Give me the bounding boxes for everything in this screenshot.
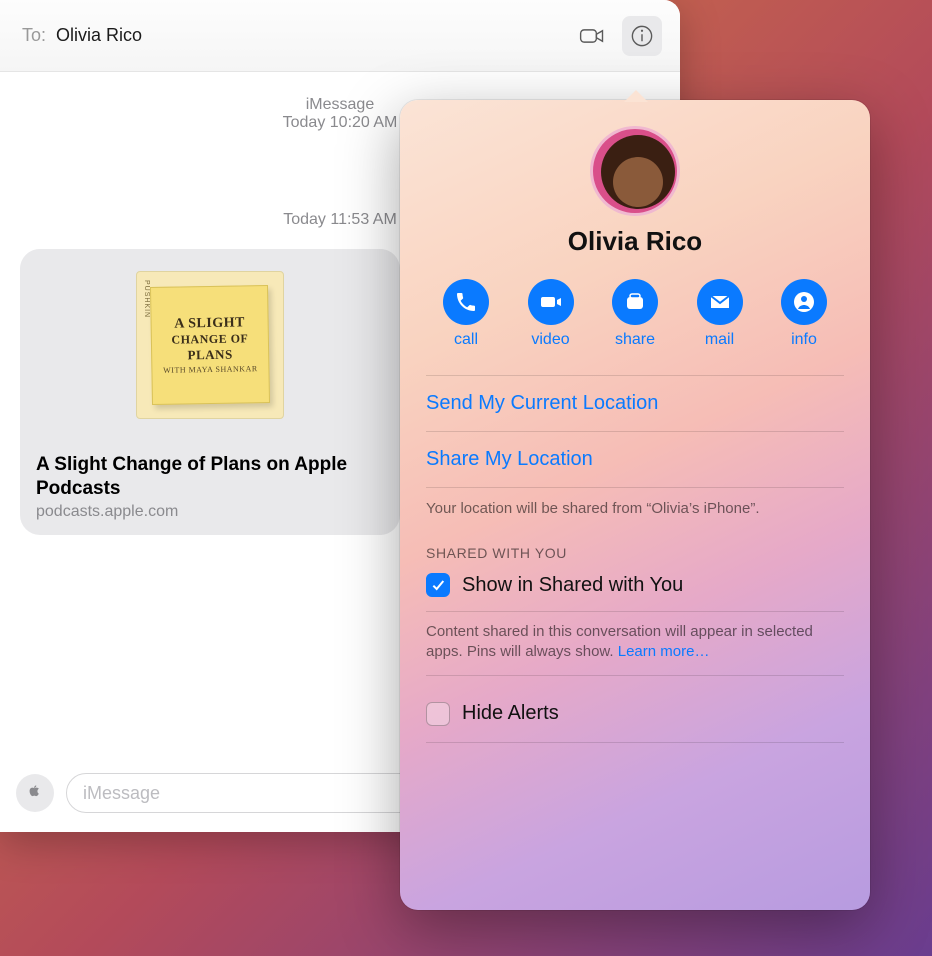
- call-button[interactable]: call: [428, 279, 504, 349]
- mail-button[interactable]: mail: [682, 279, 758, 349]
- artwork-text: A SLIGHT: [174, 315, 245, 332]
- artwork-text: CHANGE OF: [171, 331, 248, 347]
- info-button[interactable]: info: [766, 279, 842, 349]
- contact-actions: call video share mail info: [426, 279, 844, 349]
- apps-button[interactable]: [16, 774, 54, 812]
- phone-icon: [443, 279, 489, 325]
- artwork-text: PLANS: [187, 347, 232, 364]
- person-icon: [781, 279, 827, 325]
- link-preview-thumbnail: PUSHKIN A SLIGHT CHANGE OF PLANS WITH MA…: [20, 249, 400, 441]
- share-my-location[interactable]: Share My Location: [426, 432, 844, 488]
- podcast-artwork: PUSHKIN A SLIGHT CHANGE OF PLANS WITH MA…: [136, 271, 284, 419]
- message-input-placeholder: iMessage: [83, 783, 160, 804]
- contact-name: Olivia Rico: [426, 226, 844, 257]
- details-popover: Olivia Rico call video share mail info S…: [400, 100, 870, 910]
- service-label: iMessage: [306, 96, 374, 113]
- video-button[interactable]: video: [513, 279, 589, 349]
- share-icon: [612, 279, 658, 325]
- checkbox-label: Show in Shared with You: [462, 574, 683, 597]
- link-preview-domain: podcasts.apple.com: [20, 503, 400, 535]
- conversation-header: iMessage Today 10:20 AM: [283, 96, 398, 132]
- artwork-text: WITH MAYA SHANKAR: [163, 364, 258, 375]
- action-label: mail: [705, 331, 734, 349]
- shared-with-you-description: Content shared in this conversation will…: [426, 611, 844, 676]
- titlebar: To: Olivia Rico: [0, 0, 680, 72]
- mail-icon: [697, 279, 743, 325]
- publisher-label: PUSHKIN: [143, 280, 150, 318]
- checkbox-unchecked-icon[interactable]: [426, 702, 450, 726]
- checkbox-checked-icon[interactable]: [426, 573, 450, 597]
- checkbox-label: Hide Alerts: [462, 702, 559, 725]
- action-label: video: [531, 331, 569, 349]
- timestamp: Today 10:20 AM: [283, 114, 398, 131]
- action-label: share: [615, 331, 655, 349]
- share-button[interactable]: share: [597, 279, 673, 349]
- facetime-video-icon[interactable]: [572, 16, 612, 56]
- link-preview-title: A Slight Change of Plans on Apple Podcas…: [20, 441, 400, 503]
- send-current-location[interactable]: Send My Current Location: [426, 375, 844, 432]
- show-in-shared-with-you-row[interactable]: Show in Shared with You: [426, 573, 844, 611]
- action-label: call: [454, 331, 478, 349]
- info-icon[interactable]: [622, 16, 662, 56]
- shared-with-you-header: SHARED WITH YOU: [426, 545, 844, 561]
- timestamp: Today 11:53 AM: [283, 211, 397, 229]
- contact-avatar[interactable]: [590, 126, 680, 216]
- learn-more-link[interactable]: Learn more…: [618, 643, 710, 660]
- link-preview-card[interactable]: PUSHKIN A SLIGHT CHANGE OF PLANS WITH MA…: [20, 249, 400, 535]
- video-icon: [528, 279, 574, 325]
- to-label: To:: [22, 25, 46, 46]
- recipient-name[interactable]: Olivia Rico: [56, 25, 562, 46]
- location-note: Your location will be shared from “Olivi…: [426, 488, 844, 545]
- hide-alerts-row[interactable]: Hide Alerts: [426, 676, 844, 743]
- action-label: info: [791, 331, 817, 349]
